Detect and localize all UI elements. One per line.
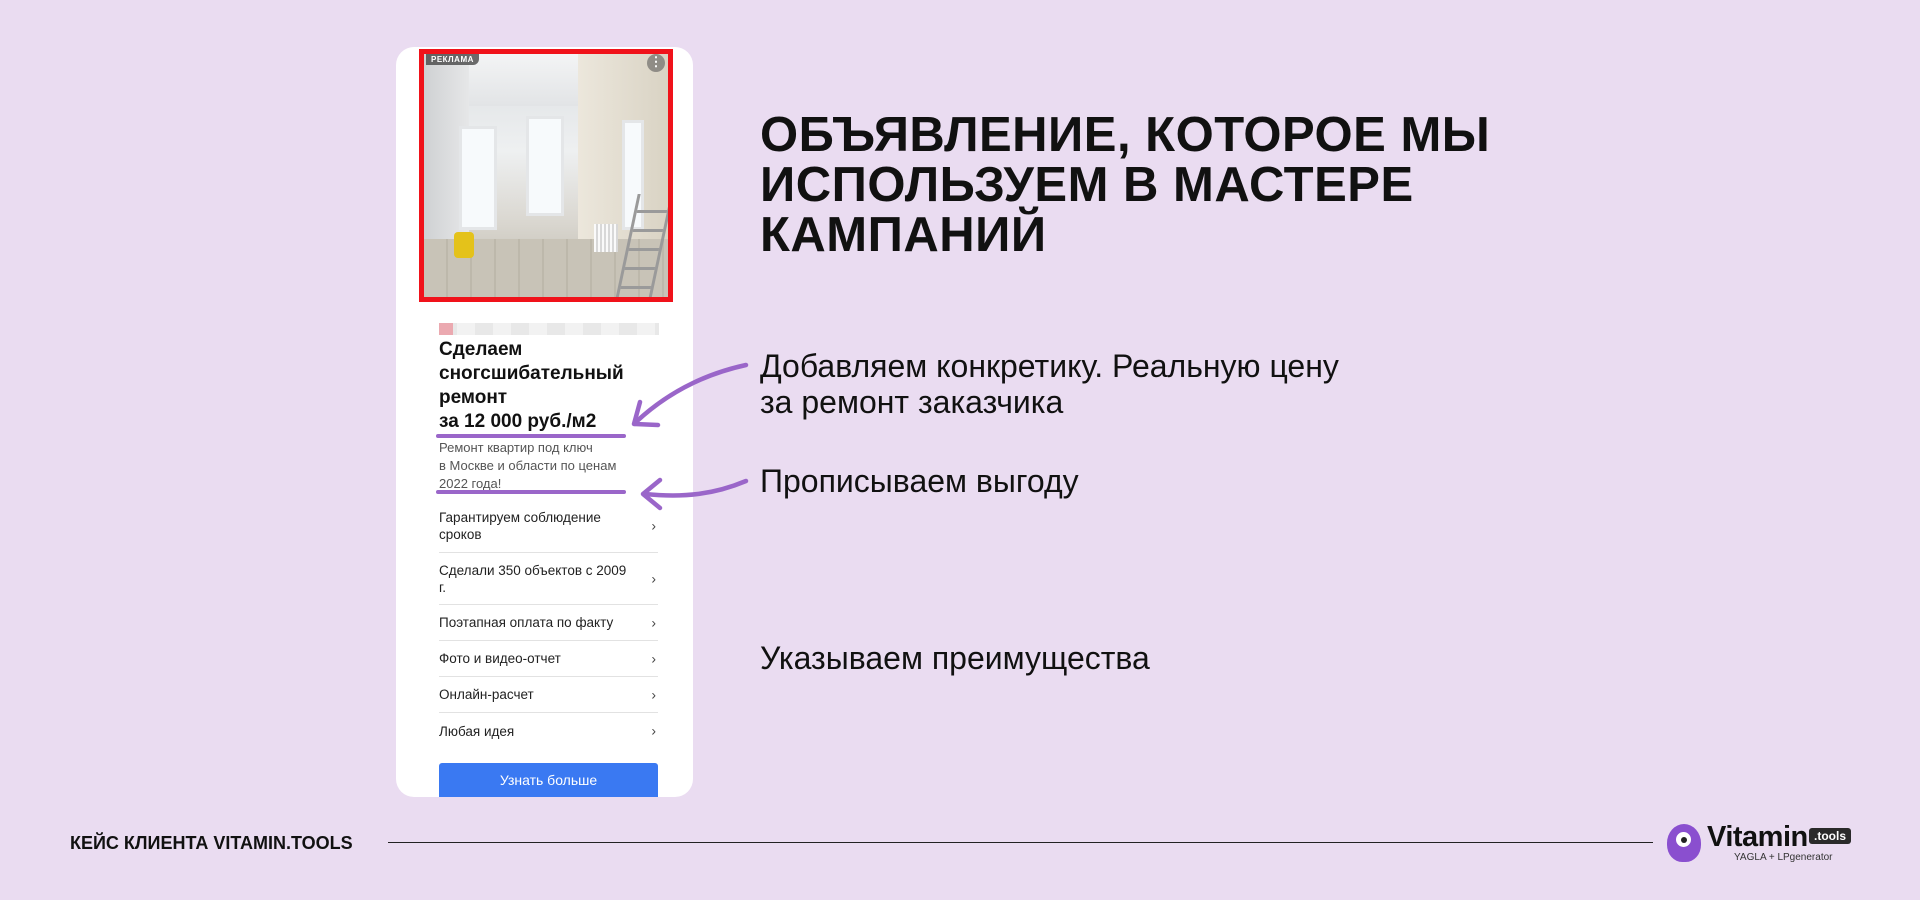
vitamin-tools-logo: Vitamin .tools YAGLA + LPgenerator: [1664, 821, 1854, 865]
chevron-right-icon: ›: [651, 686, 656, 702]
price-underline: [436, 434, 626, 438]
room-radiator: [594, 224, 618, 252]
sitelink-label: Сделали 350 объектов с 2009 г.: [439, 562, 627, 595]
note-advantages: Указываем преимущества: [760, 640, 1150, 676]
sitelink-item[interactable]: Сделали 350 объектов с 2009 г. ›: [439, 553, 658, 605]
ad-title-line: ремонт: [439, 387, 508, 408]
slide-headline: ОБЪЯВЛЕНИЕ, КОТОРОЕ МЫ ИСПОЛЬЗУЕМ В МАСТ…: [760, 110, 1660, 260]
chevron-right-icon: ›: [651, 517, 656, 534]
footer-divider: [388, 842, 1653, 843]
chevron-right-icon: ›: [651, 722, 656, 739]
sitelinks-list: Гарантируем соблюдение сроков › Сделали …: [439, 500, 658, 749]
sitelink-label: Гарантируем соблюдение сроков: [439, 510, 601, 542]
note-concrete-price: Добавляем конкретику. Реальную цену за р…: [760, 348, 1339, 420]
footer-case-label: КЕЙС КЛИЕНТА VITAMIN.TOOLS: [70, 833, 353, 853]
sitelink-label: Поэтапная оплата по факту: [439, 615, 614, 630]
ad-title-line: за 12 000 руб./м2: [439, 411, 597, 432]
sitelink-item[interactable]: Гарантируем соблюдение сроков ›: [439, 500, 658, 553]
ad-description: Ремонт квартир под ключ в Москве и облас…: [439, 439, 639, 493]
headline-line: ОБЪЯВЛЕНИЕ, КОТОРОЕ МЫ: [760, 108, 1491, 162]
room-vacuum: [454, 232, 474, 258]
learn-more-button[interactable]: Узнать больше: [439, 763, 658, 797]
ad-title-line: сногсшибательный: [439, 363, 624, 384]
sitelink-label: Фото и видео-отчет: [439, 651, 561, 666]
sitelink-item[interactable]: Любая идея ›: [439, 713, 658, 749]
note-benefit: Прописываем выгоду: [760, 463, 1079, 499]
room-window: [459, 126, 497, 230]
ad-preview-card: РЕКЛАМА ⋮ Сделаем сногсшибательный ремон…: [396, 47, 693, 797]
ad-title-line: Сделаем: [439, 339, 523, 360]
logo-subtitle: YAGLA + LPgenerator: [1734, 852, 1833, 863]
sitelink-item[interactable]: Онлайн-расчет ›: [439, 677, 658, 713]
sitelink-label: Любая идея: [439, 723, 515, 739]
logo-name: Vitamin: [1707, 821, 1808, 853]
mascot-icon: [1667, 824, 1701, 862]
headline-line: ИСПОЛЬЗУЕМ В МАСТЕРЕ: [760, 158, 1414, 212]
room-window: [526, 116, 564, 216]
blurred-url: [439, 323, 659, 335]
note-line: Добавляем конкретику. Реальную цену: [760, 348, 1339, 384]
logo-tld: .tools: [1809, 828, 1851, 844]
chevron-right-icon: ›: [651, 614, 656, 630]
headline-line: КАМПАНИЙ: [760, 208, 1047, 262]
note-line: за ремонт заказчика: [760, 384, 1064, 420]
ad-title[interactable]: Сделаем сногсшибательный ремонт за 12 00…: [439, 338, 669, 434]
ad-description-line: в Москве и области по ценам: [439, 458, 617, 473]
more-options-icon[interactable]: ⋮: [647, 54, 665, 72]
sitelink-item[interactable]: Фото и видео-отчет ›: [439, 641, 658, 677]
benefit-underline: [436, 490, 626, 494]
chevron-right-icon: ›: [651, 650, 656, 666]
sitelink-item[interactable]: Поэтапная оплата по факту ›: [439, 605, 658, 641]
ad-image[interactable]: РЕКЛАМА ⋮: [419, 49, 673, 302]
chevron-right-icon: ›: [651, 570, 656, 586]
ad-description-line: Ремонт квартир под ключ: [439, 440, 593, 455]
ad-badge: РЕКЛАМА: [426, 54, 479, 65]
sitelink-label: Онлайн-расчет: [439, 687, 534, 702]
